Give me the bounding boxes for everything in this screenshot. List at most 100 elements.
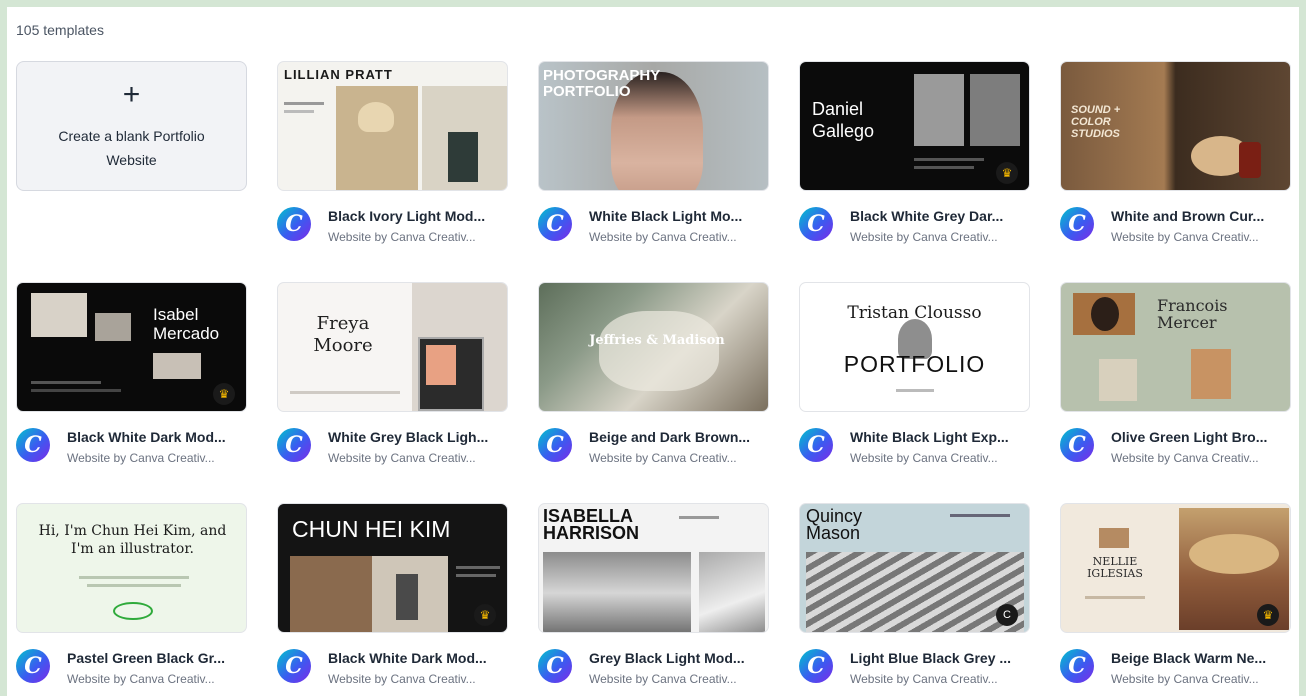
template-author: Website by Canva Creativ... (589, 451, 737, 465)
thumb-title: CHUN HEI KIM (292, 516, 451, 542)
template-author: Website by Canva Creativ... (589, 230, 737, 244)
text-line (284, 102, 324, 105)
template-card[interactable]: SOUND + COLOR STUDIOS C White and Brown … (1060, 61, 1291, 251)
template-thumbnail[interactable]: Jeffries & Madison (538, 282, 769, 412)
text-line (950, 514, 1010, 517)
canva-logo-icon: C (799, 649, 833, 683)
template-author: Website by Canva Creativ... (67, 672, 215, 686)
chair-shape (448, 132, 478, 182)
template-card[interactable]: PHOTOGRAPHY PORTFOLIO C White Black Ligh… (538, 61, 769, 251)
template-card[interactable]: Isabel Mercado ♛ C Black White Dark Mod.… (16, 282, 247, 472)
text-line (31, 389, 121, 392)
template-card[interactable]: Francois Mercer C Olive Green Light Bro.… (1060, 282, 1291, 472)
template-name[interactable]: Black Ivory Light Mod... (328, 208, 508, 224)
create-blank-label: Create a blank Portfolio Website (58, 128, 205, 168)
canva-logo-icon: C (16, 649, 50, 683)
text-line (456, 566, 500, 569)
create-blank-cell: + Create a blank Portfolio Website (16, 61, 247, 251)
template-thumbnail[interactable]: Hi, I'm Chun Hei Kim, and I'm an illustr… (16, 503, 247, 633)
thumb-photo (914, 74, 964, 146)
template-thumbnail[interactable]: Quincy Mason C (799, 503, 1030, 633)
template-card[interactable]: Daniel Gallego ♛ C Black White Grey Dar.… (799, 61, 1030, 251)
laptop-screen (426, 345, 456, 385)
template-meta: C Black White Dark Mod... Website by Can… (277, 647, 508, 693)
hire-me-button-shape (113, 602, 153, 620)
template-card[interactable]: LILLIAN PRATT C Black Ivory Light Mod...… (277, 61, 508, 251)
canva-logo-icon: C (277, 428, 311, 462)
text-line (914, 166, 974, 169)
text-line (896, 389, 934, 392)
template-name[interactable]: Beige and Dark Brown... (589, 429, 769, 445)
tea-glass (1239, 142, 1261, 178)
template-name[interactable]: Black White Dark Mod... (67, 429, 247, 445)
thumb-title: Isabel Mercado (153, 305, 220, 343)
canva-logo-icon: C (1060, 649, 1094, 683)
canva-logo-icon: C (1060, 207, 1094, 241)
template-author: Website by Canva Creativ... (1111, 230, 1259, 244)
template-count: 105 templates (16, 22, 104, 38)
hat-shape (1189, 534, 1279, 574)
thumb-title: Hi, I'm Chun Hei Kim, and I'm an illustr… (38, 523, 227, 557)
thumb-photo (1099, 528, 1129, 548)
thumb-photo (699, 552, 765, 632)
template-thumbnail[interactable]: SOUND + COLOR STUDIOS (1060, 61, 1291, 191)
template-thumbnail[interactable]: Isabel Mercado ♛ (16, 282, 247, 412)
template-meta: C Light Blue Black Grey ... Website by C… (799, 647, 1030, 693)
template-card[interactable]: Tristan Clousso PORTFOLIO C White Black … (799, 282, 1030, 472)
template-name[interactable]: White Black Light Exp... (850, 429, 1030, 445)
template-thumbnail[interactable]: Francois Mercer (1060, 282, 1291, 412)
canva-mini-logo-icon: C (996, 604, 1018, 626)
template-meta: C White Black Light Exp... Website by Ca… (799, 426, 1030, 472)
canva-logo-icon: C (799, 207, 833, 241)
thumb-title: SOUND + COLOR STUDIOS (1071, 104, 1121, 140)
thumb-photo (1099, 359, 1137, 401)
template-thumbnail[interactable]: ISABELLA HARRISON (538, 503, 769, 633)
crown-icon: ♛ (1257, 604, 1279, 626)
template-name[interactable]: Pastel Green Black Gr... (67, 650, 247, 666)
template-name[interactable]: Beige Black Warm Ne... (1111, 650, 1291, 666)
template-thumbnail[interactable]: NELLIE IGLESIAS ♛ (1060, 503, 1291, 633)
thumb-subtitle: PORTFOLIO (843, 351, 986, 377)
template-meta: C White and Brown Cur... Website by Canv… (1060, 205, 1291, 251)
template-author: Website by Canva Creativ... (328, 230, 476, 244)
template-name[interactable]: Light Blue Black Grey ... (850, 650, 1030, 666)
template-thumbnail[interactable]: Daniel Gallego ♛ (799, 61, 1030, 191)
thumb-title: NELLIE IGLESIAS (1087, 555, 1143, 580)
template-card[interactable]: Hi, I'm Chun Hei Kim, and I'm an illustr… (16, 503, 247, 693)
template-name[interactable]: White Black Light Mo... (589, 208, 769, 224)
text-line (284, 110, 314, 113)
template-name[interactable]: Olive Green Light Bro... (1111, 429, 1291, 445)
template-card[interactable]: Jeffries & Madison C Beige and Dark Brow… (538, 282, 769, 472)
canva-logo-icon: C (538, 207, 572, 241)
template-card[interactable]: ISABELLA HARRISON C Grey Black Light Mod… (538, 503, 769, 693)
template-name[interactable]: White Grey Black Ligh... (328, 429, 508, 445)
text-line (87, 584, 181, 587)
crown-icon: ♛ (474, 604, 496, 626)
portrait-shape (396, 574, 418, 620)
text-line (290, 391, 400, 394)
template-meta: C White Black Light Mo... Website by Can… (538, 205, 769, 251)
template-card[interactable]: Freya Moore C White Grey Black Ligh... W… (277, 282, 508, 472)
template-name[interactable]: Grey Black Light Mod... (589, 650, 769, 666)
thumb-photo (970, 74, 1020, 146)
thumb-photo (31, 293, 87, 337)
template-meta: C Grey Black Light Mod... Website by Can… (538, 647, 769, 693)
template-name[interactable]: Black White Grey Dar... (850, 208, 1030, 224)
template-thumbnail[interactable]: LILLIAN PRATT (277, 61, 508, 191)
text-line (914, 158, 984, 161)
template-card[interactable]: CHUN HEI KIM ♛ C Black White Dark Mod...… (277, 503, 508, 693)
create-blank-button[interactable]: + Create a blank Portfolio Website (16, 61, 247, 191)
template-thumbnail[interactable]: PHOTOGRAPHY PORTFOLIO (538, 61, 769, 191)
template-card[interactable]: NELLIE IGLESIAS ♛ C Beige Black Warm Ne.… (1060, 503, 1291, 693)
text-line (79, 576, 189, 579)
template-author: Website by Canva Creativ... (850, 672, 998, 686)
text-line (679, 516, 719, 519)
template-card[interactable]: Quincy Mason C C Light Blue Black Grey .… (799, 503, 1030, 693)
thumb-photo (290, 556, 372, 632)
template-thumbnail[interactable]: Freya Moore (277, 282, 508, 412)
template-name[interactable]: Black White Dark Mod... (328, 650, 508, 666)
template-name[interactable]: White and Brown Cur... (1111, 208, 1291, 224)
template-thumbnail[interactable]: Tristan Clousso PORTFOLIO (799, 282, 1030, 412)
template-thumbnail[interactable]: CHUN HEI KIM ♛ (277, 503, 508, 633)
canva-logo-icon: C (277, 207, 311, 241)
